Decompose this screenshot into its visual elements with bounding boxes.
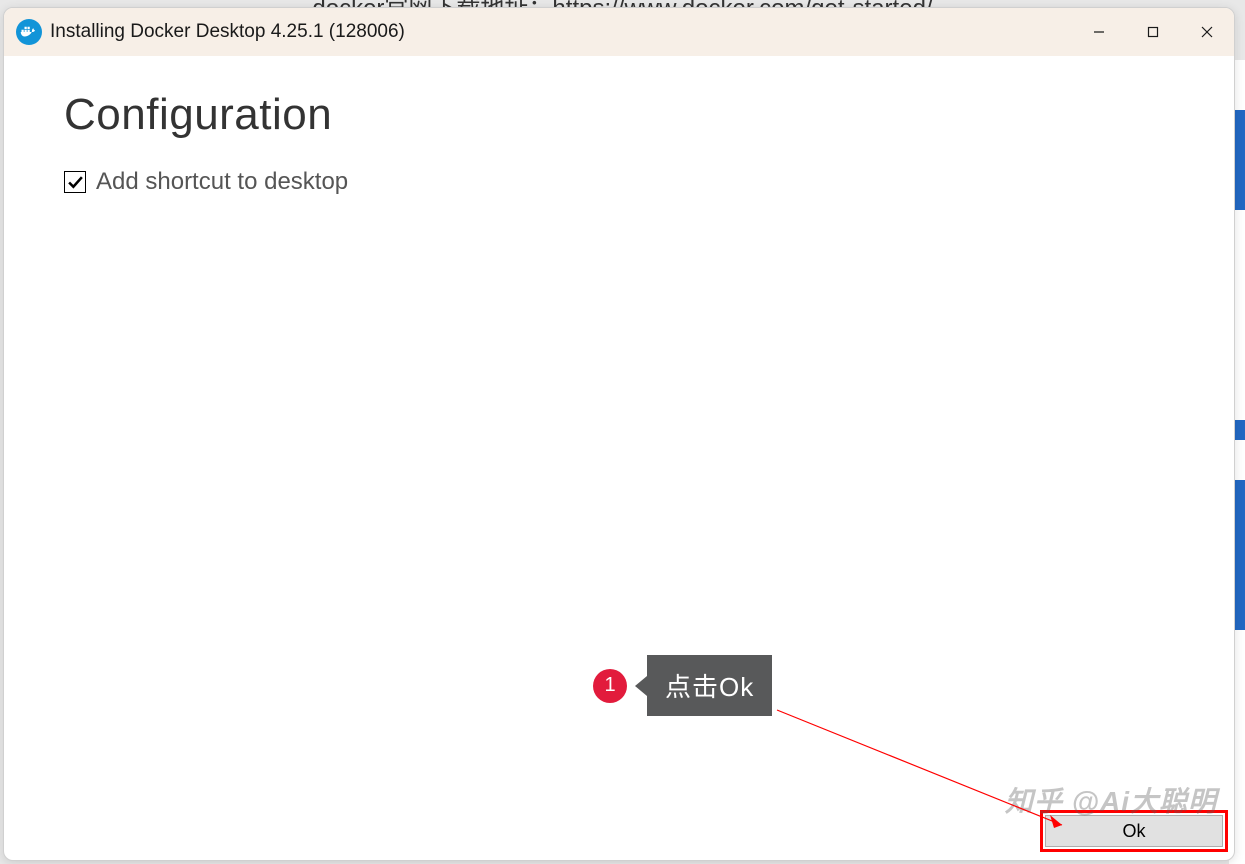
- footer: Ok: [4, 808, 1234, 860]
- titlebar: Installing Docker Desktop 4.25.1 (128006…: [4, 8, 1234, 56]
- annotation-callout: 1 点击Ok: [593, 655, 772, 716]
- checkbox-label: Add shortcut to desktop: [96, 168, 348, 196]
- annotation-step-number: 1: [593, 669, 627, 703]
- page-title: Configuration: [64, 90, 1174, 140]
- maximize-button[interactable]: [1126, 8, 1180, 56]
- ok-button-highlight: Ok: [1040, 810, 1228, 852]
- annotation-pointer-icon: [635, 676, 647, 696]
- installer-window: Installing Docker Desktop 4.25.1 (128006…: [3, 7, 1235, 861]
- minimize-button[interactable]: [1072, 8, 1126, 56]
- docker-icon: [16, 19, 42, 45]
- close-button[interactable]: [1180, 8, 1234, 56]
- checkbox-add-shortcut[interactable]: [64, 171, 86, 193]
- option-row-shortcut[interactable]: Add shortcut to desktop: [64, 168, 1174, 196]
- ok-button[interactable]: Ok: [1045, 815, 1223, 847]
- window-title: Installing Docker Desktop 4.25.1 (128006…: [50, 21, 405, 43]
- annotation-text: 点击Ok: [647, 655, 772, 716]
